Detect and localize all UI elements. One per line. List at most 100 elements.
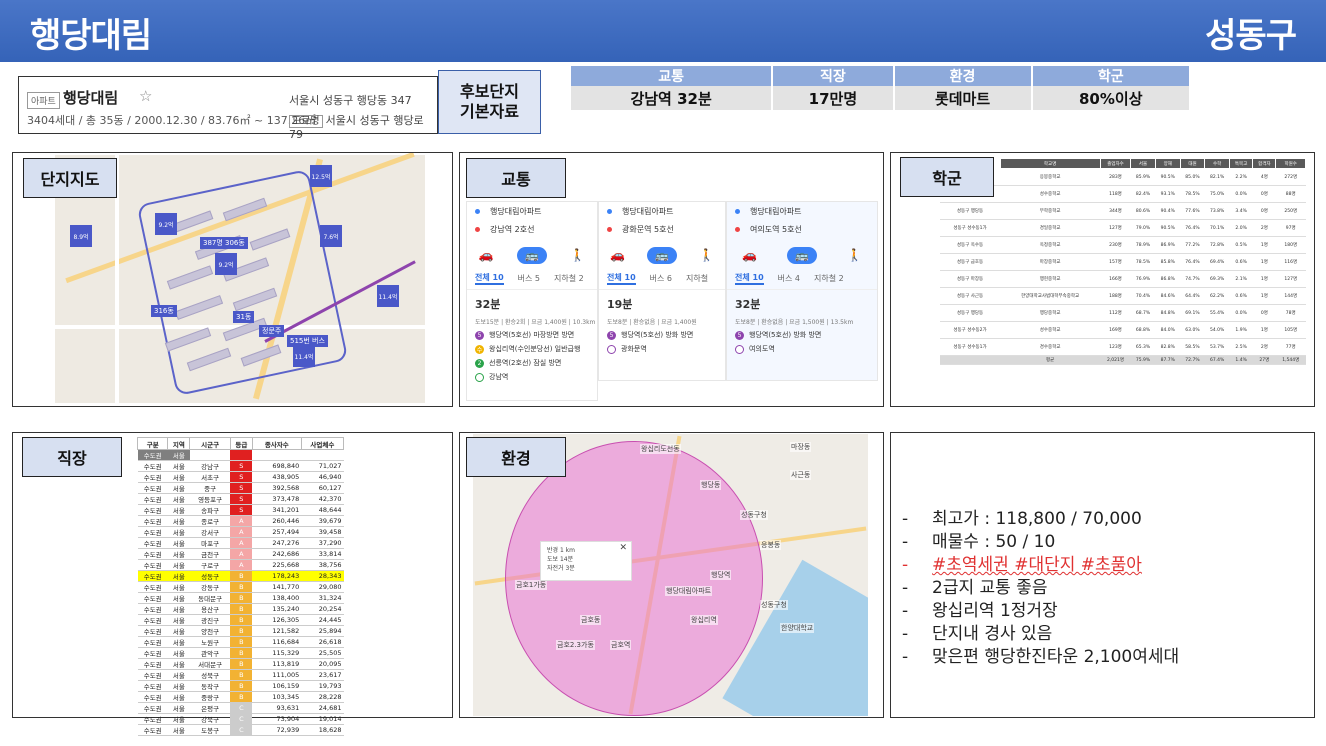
jobs-cell: 438,905 [252, 471, 302, 483]
price-pin[interactable]: 12.5억 [310, 165, 332, 187]
car-icon[interactable]: 🚗 [479, 248, 494, 262]
jobs-cell: 수도권 [137, 691, 168, 703]
env-place-label[interactable]: 왕십리역 [690, 615, 718, 625]
env-place-label[interactable]: 사근동 [790, 470, 812, 480]
jobs-cell: 수도권 [137, 724, 168, 736]
route-card-yeouido[interactable]: 행당대림아파트 여의도역 5호선 🚗 🚌 🚶 전체 10 버스 4 지하철 2 32분 … [726, 201, 878, 381]
jobs-cell: 구로구 [189, 559, 231, 571]
price-pin[interactable]: 8.9억 [70, 225, 92, 247]
tab-subway[interactable]: 지하철 [686, 273, 708, 284]
price-pin[interactable]: 11.4억 [377, 285, 399, 307]
school-cell: 성동구 금호동 [940, 253, 1000, 271]
panel-label-map: 단지지도 [23, 158, 117, 198]
school-row: 성동구 행당동 행당중학교 112명 68.7% 84.8% 69.1% 55.4% 0.0%… [940, 304, 1306, 322]
school-cell: 82.4% [1130, 185, 1156, 203]
jobs-cell: 24,445 [301, 614, 344, 626]
env-place-label[interactable]: 금호1가동 [515, 580, 548, 590]
route-card-gwanghwamun[interactable]: 행당대림아파트 광화문역 5호선 🚗 🚌 🚶 전체 10 버스 6 지하철 19분 도보… [598, 201, 726, 381]
jobs-cell: 38,756 [301, 559, 344, 571]
school-cell: 69.4% [1204, 253, 1230, 271]
school-cell: 188명 [1100, 287, 1131, 305]
env-place-label[interactable]: 마장동 [790, 442, 812, 452]
jobs-cell: 서울 [167, 592, 190, 604]
walk-icon[interactable]: 🚶 [699, 248, 714, 262]
tab-all[interactable]: 전체 10 [735, 272, 764, 285]
complex-name[interactable]: 행당대림 [63, 87, 118, 108]
env-place-label[interactable]: 금호2.3가동 [556, 640, 595, 650]
env-place-label[interactable]: 금호동 [580, 615, 602, 625]
jobs-cell: A [230, 537, 253, 549]
building-label[interactable]: 31동 [233, 311, 255, 323]
note-hashtags: #초역세권 #대단지 #초품아 [900, 554, 1179, 577]
school-cell: 250명 [1275, 202, 1306, 220]
summary-table: 교통 직장 환경 학군 강남역 32분 17만명 롯데마트 80%이상 [569, 66, 1191, 110]
env-place-label[interactable]: 한양대학교 [780, 623, 815, 633]
env-place-label[interactable]: 행당역 [710, 570, 732, 580]
bus-icon[interactable]: 🚌 [647, 246, 677, 264]
jobs-cell: S [230, 482, 253, 494]
car-icon[interactable]: 🚗 [610, 248, 625, 262]
gate-label[interactable]: 정문주 [259, 325, 285, 337]
jobs-cell: 242,686 [252, 548, 302, 560]
school-cell: 105명 [1275, 321, 1306, 339]
jobs-cell: 서울 [167, 548, 190, 560]
tab-subway[interactable]: 지하철 2 [814, 273, 844, 284]
radius-popup[interactable]: 반경 1 km 도보 14분 자전거 3분 ✕ [540, 541, 632, 581]
building-label[interactable]: 316동 [151, 305, 177, 317]
jobs-group-cell [252, 449, 302, 461]
car-icon[interactable]: 🚗 [742, 248, 757, 262]
env-place-label[interactable]: 행당동 [700, 480, 722, 490]
bus-icon[interactable]: 🚌 [787, 246, 817, 264]
tab-subway[interactable]: 지하철 2 [554, 273, 584, 284]
env-place-label[interactable]: 성동구청 [760, 600, 788, 610]
route-stop: 왕십리역(수인분당선) 일반급행 [489, 345, 581, 353]
jobs-cell: 23,617 [301, 669, 344, 681]
panel-label-transport: 교통 [466, 158, 566, 198]
jobs-cell: 수도권 [137, 504, 168, 516]
school-row: 성동구 성수동2가 성수중학교 169명 68.8% 84.0% 63.0% 54.0% 1.… [940, 321, 1306, 339]
tab-bus[interactable]: 버스 5 [518, 273, 540, 284]
star-icon[interactable]: ☆ [139, 87, 152, 105]
complex-spec: 3404세대 / 총 35동 / 2000.12.30 / 83.76㎡ ~ 1… [27, 114, 317, 127]
price-pin[interactable]: 9.2억 [155, 213, 177, 235]
tab-all[interactable]: 전체 10 [475, 272, 504, 285]
jobs-row: 수도권 서울 강동구 B 141,770 29,080 [137, 581, 344, 593]
jobs-cell: 수도권 [137, 614, 168, 626]
school-cell: 경일중학교 [1000, 219, 1101, 237]
tab-bus[interactable]: 버스 4 [778, 273, 800, 284]
env-place-label[interactable]: 응봉동 [760, 540, 782, 550]
walk-icon[interactable]: 🚶 [847, 248, 862, 262]
popup-walk: 도보 14분 [547, 556, 574, 563]
school-cell: 0.0% [1229, 304, 1253, 322]
school-cell: 2.1% [1229, 270, 1253, 288]
jobs-cell: 26,618 [301, 636, 344, 648]
jobs-cell: 24,681 [301, 702, 344, 714]
jobs-row: 수도권 서울 서대문구 B 113,819 20,095 [137, 658, 344, 670]
panel-label-school: 학군 [900, 157, 994, 197]
tab-all[interactable]: 전체 10 [607, 272, 636, 285]
school-cell: 0명 [1252, 202, 1276, 220]
bus-stop-label[interactable]: 515번 버스 [287, 335, 328, 347]
price-pin[interactable]: 11.4억 [293, 345, 315, 367]
bus-icon[interactable]: 🚌 [517, 246, 547, 264]
env-place-label[interactable]: 성동구청 [740, 510, 768, 520]
route-card-gangnam[interactable]: 행당대림아파트 강남역 2호선 🚗 🚌 🚶 전체 10 버스 5 지하철 2 32분 도… [466, 201, 598, 401]
school-total-cell: 2,021명 [1100, 355, 1131, 365]
school-cell: 1명 [1252, 253, 1276, 271]
env-place-label[interactable]: 행당대림아파트 [665, 586, 713, 596]
price-pin[interactable]: 7.6억 [320, 225, 342, 247]
env-place-label[interactable]: 금호역 [610, 640, 632, 650]
jobs-cell: B [230, 680, 253, 692]
school-cell: 70.4% [1130, 287, 1156, 305]
school-cell: 68.7% [1130, 304, 1156, 322]
tab-bus[interactable]: 버스 6 [650, 273, 672, 284]
jobs-cell: 서울 [167, 713, 190, 725]
walk-icon[interactable]: 🚶 [570, 248, 585, 262]
building-label[interactable]: 387명 306동 [200, 237, 248, 249]
school-cell: 55.4% [1204, 304, 1230, 322]
basic-data-label: 후보단지 기본자료 [438, 70, 541, 134]
env-place-label[interactable]: 왕십리도선동 [640, 444, 681, 454]
jobs-cell: 106,159 [252, 680, 302, 692]
close-icon[interactable]: ✕ [619, 544, 627, 553]
price-pin[interactable]: 9.2억 [215, 253, 237, 275]
